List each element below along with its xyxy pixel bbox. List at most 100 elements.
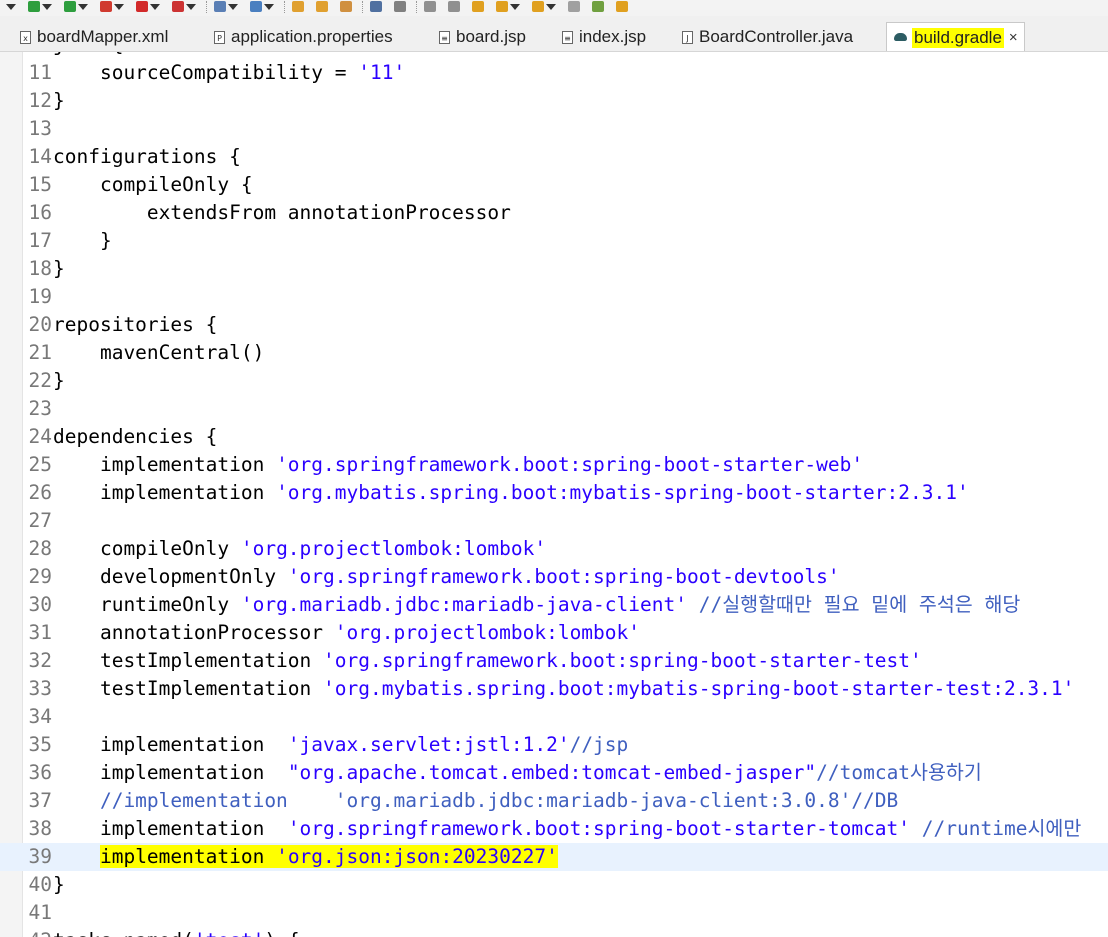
tab-label: BoardController.java bbox=[699, 27, 854, 46]
tab-application-properties[interactable]: P application.properties bbox=[214, 24, 393, 50]
toolbar-separator bbox=[284, 1, 285, 13]
line-number: 42 bbox=[24, 927, 52, 937]
close-tab-icon[interactable]: × bbox=[1009, 29, 1018, 46]
chevron-down-icon[interactable] bbox=[228, 4, 238, 10]
last-edit-icon-glyph bbox=[532, 1, 544, 12]
chevron-down-icon[interactable] bbox=[114, 4, 124, 10]
code-line: 25 implementation 'org.springframework.b… bbox=[0, 451, 1108, 479]
chevron-down-icon[interactable] bbox=[6, 4, 16, 10]
tab-index-jsp[interactable]: ≡ index.jsp bbox=[562, 24, 646, 50]
code-line: 33 testImplementation 'org.mybatis.sprin… bbox=[0, 675, 1108, 703]
tab-boardmapper-xml[interactable]: x boardMapper.xml bbox=[20, 24, 168, 50]
tab-board-jsp[interactable]: ≡ board.jsp bbox=[439, 24, 526, 50]
code-token: developmentOnly bbox=[53, 565, 288, 588]
run-icon-glyph bbox=[64, 1, 76, 12]
line-code: developmentOnly 'org.springframework.boo… bbox=[53, 563, 840, 591]
code-token: compileOnly bbox=[53, 537, 241, 560]
line-code: implementation 'org.mybatis.spring.boot:… bbox=[53, 479, 969, 507]
external-tools-icon-glyph bbox=[172, 1, 184, 12]
code-token: } bbox=[53, 369, 65, 392]
globe-icon-glyph bbox=[370, 1, 382, 12]
line-number: 27 bbox=[28, 509, 52, 532]
line-code: } bbox=[53, 87, 65, 115]
line-code: testImplementation 'org.springframework.… bbox=[53, 647, 922, 675]
line-number: 17 bbox=[28, 229, 52, 252]
code-token: compileOnly { bbox=[53, 173, 253, 196]
code-line: 16 extendsFrom annotationProcessor bbox=[0, 199, 1108, 227]
code-token: } bbox=[53, 89, 65, 112]
main-toolbar bbox=[0, 0, 1108, 16]
history-icon-glyph bbox=[568, 1, 580, 12]
code-token: 'org.springframework.boot:spring-boot-st… bbox=[287, 817, 911, 840]
chevron-down-icon[interactable] bbox=[42, 4, 52, 10]
code-line: 40} bbox=[0, 871, 1108, 899]
line-code: java { bbox=[53, 52, 123, 59]
jsp-file-icon: ≡ bbox=[439, 30, 450, 44]
line-number: 20 bbox=[28, 313, 52, 336]
code-line: 29 developmentOnly 'org.springframework.… bbox=[0, 563, 1108, 591]
chevron-down-icon[interactable] bbox=[150, 4, 160, 10]
code-editor[interactable]: 10java {11 sourceCompatibility = '11'12}… bbox=[0, 52, 1108, 937]
code-line: 32 testImplementation 'org.springframewo… bbox=[0, 647, 1108, 675]
line-number: 28 bbox=[28, 537, 52, 560]
code-token: } bbox=[53, 229, 112, 252]
code-token: implementation bbox=[99, 845, 277, 868]
code-token: repositories { bbox=[53, 313, 218, 336]
code-token: runtimeOnly bbox=[53, 593, 241, 616]
code-token: //implementation 'org.mariadb.jdbc:maria… bbox=[53, 789, 899, 812]
new-server-icon-glyph bbox=[214, 1, 226, 12]
line-number: 39 bbox=[28, 845, 52, 868]
code-line: 42tasks.named('test') { bbox=[0, 927, 1108, 937]
open-type-icon-glyph bbox=[316, 1, 328, 12]
line-number: 31 bbox=[28, 621, 52, 644]
line-code: extendsFrom annotationProcessor bbox=[53, 199, 511, 227]
toggle-icon-glyph bbox=[616, 1, 628, 12]
code-line: 38 implementation 'org.springframework.b… bbox=[0, 815, 1108, 843]
next-annotation-icon-glyph bbox=[424, 1, 436, 12]
code-token: extendsFrom annotationProcessor bbox=[53, 201, 511, 224]
code-line: 19 bbox=[0, 283, 1108, 311]
line-number: 26 bbox=[28, 481, 52, 504]
line-number: 36 bbox=[28, 761, 52, 784]
code-token: 'org.mybatis.spring.boot:mybatis-spring-… bbox=[276, 481, 969, 504]
line-code: annotationProcessor 'org.projectlombok:l… bbox=[53, 619, 640, 647]
chevron-down-icon[interactable] bbox=[264, 4, 274, 10]
code-line: 13 bbox=[0, 115, 1108, 143]
code-line: 20 repositories { bbox=[0, 311, 1108, 339]
line-code: implementation 'org.springframework.boot… bbox=[53, 451, 863, 479]
chevron-down-icon[interactable] bbox=[186, 4, 196, 10]
gradle-icon bbox=[893, 32, 909, 43]
code-token: 'org.mybatis.spring.boot:mybatis-spring-… bbox=[323, 677, 1075, 700]
tab-build-gradle[interactable]: build.gradle × bbox=[886, 22, 1025, 51]
code-line: 41 bbox=[0, 899, 1108, 927]
chevron-down-icon[interactable] bbox=[546, 4, 556, 10]
chevron-down-icon[interactable] bbox=[510, 4, 520, 10]
coverage-icon-glyph bbox=[100, 1, 112, 12]
debug-icon-glyph bbox=[28, 1, 40, 12]
annotation-icon-glyph bbox=[394, 1, 406, 12]
code-token: implementation bbox=[53, 733, 288, 756]
code-line: 35 implementation 'javax.servlet:jstl:1.… bbox=[0, 731, 1108, 759]
forward-icon-glyph bbox=[496, 1, 508, 12]
code-token: implementation bbox=[53, 761, 288, 784]
pen-icon-glyph bbox=[340, 1, 352, 12]
code-token: 'org.mariadb.jdbc:mariadb-java-client' bbox=[240, 593, 687, 616]
code-token: sourceCompatibility = bbox=[53, 61, 359, 84]
code-token: 'test' bbox=[194, 929, 264, 937]
current-code-line: 39 implementation 'org.json:json:2023022… bbox=[0, 843, 1108, 871]
code-token: implementation bbox=[53, 453, 277, 476]
chevron-down-icon[interactable] bbox=[78, 4, 88, 10]
code-token: //tomcat사용하기 bbox=[816, 761, 982, 784]
code-token: dependencies { bbox=[53, 425, 218, 448]
line-number: 11 bbox=[28, 61, 52, 84]
tab-boardcontroller-java[interactable]: J BoardController.java bbox=[682, 24, 853, 50]
code-line: 24 dependencies { bbox=[0, 423, 1108, 451]
code-token: java { bbox=[53, 52, 123, 56]
code-token: //runtime시에만 bbox=[921, 817, 1082, 840]
line-number: 35 bbox=[28, 733, 52, 756]
code-line: 22} bbox=[0, 367, 1108, 395]
line-number: 10 bbox=[24, 52, 52, 59]
code-line: 31 annotationProcessor 'org.projectlombo… bbox=[0, 619, 1108, 647]
